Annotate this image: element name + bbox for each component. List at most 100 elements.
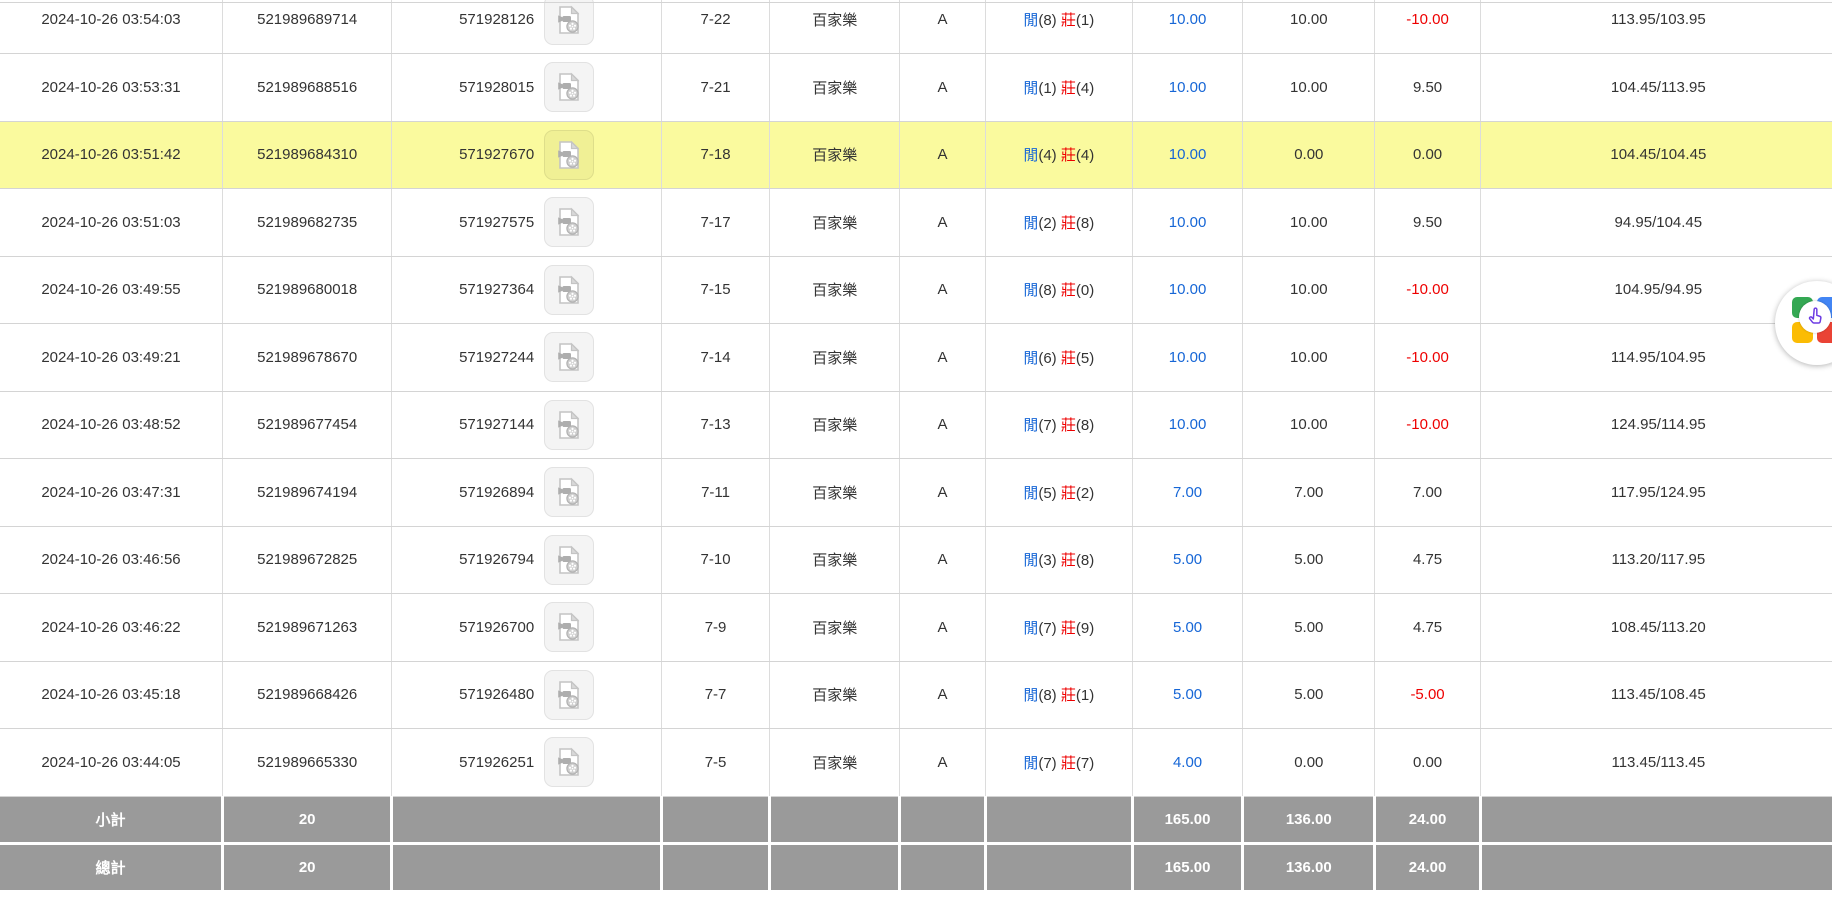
video-replay-icon xyxy=(553,476,585,508)
bet-amount-link[interactable]: 10.00 xyxy=(1169,349,1207,366)
video-replay-button[interactable] xyxy=(544,130,594,180)
bet-amount-cell: 7.00 xyxy=(1132,459,1242,527)
result-cell: 閒(1) 莊(4) xyxy=(985,54,1132,122)
win-loss-cell: 4.75 xyxy=(1375,594,1480,662)
table-row: 2024-10-26 03:46:56521989672825571926794… xyxy=(0,526,1832,594)
video-replay-button[interactable] xyxy=(544,535,594,585)
player-label: 閒 xyxy=(1023,620,1038,637)
game-id-cell: 571926794 xyxy=(392,526,662,594)
game-name-cell: 百家樂 xyxy=(770,729,900,797)
bet-amount-link[interactable]: 4.00 xyxy=(1173,754,1202,771)
summary-count-cell: 20 xyxy=(222,796,391,843)
player-score: (7) xyxy=(1038,620,1056,637)
time-cell: 2024-10-26 03:51:03 xyxy=(0,189,222,257)
video-replay-button[interactable] xyxy=(544,737,594,787)
bet-amount-link[interactable]: 10.00 xyxy=(1169,11,1207,28)
summary-winloss-cell: 24.00 xyxy=(1375,843,1480,890)
summary-valid-cell: 136.00 xyxy=(1243,796,1375,843)
banker-label: 莊 xyxy=(1061,755,1076,772)
table-name-cell: A xyxy=(900,391,985,459)
banker-score: (8) xyxy=(1076,417,1094,434)
video-replay-button[interactable] xyxy=(544,602,594,652)
video-replay-icon xyxy=(553,139,585,171)
round-cell: 7-9 xyxy=(661,594,769,662)
summary-empty-cell xyxy=(392,843,662,890)
video-replay-button[interactable] xyxy=(544,467,594,517)
game-name-cell: 百家樂 xyxy=(770,189,900,257)
table-name-cell: A xyxy=(900,121,985,189)
game-id-cell: 571926251 xyxy=(392,729,662,797)
video-replay-button[interactable] xyxy=(544,0,594,45)
valid-amount-cell: 5.00 xyxy=(1243,594,1375,662)
bet-history-screen: 2024-10-26 03:54:03521989689714571928126… xyxy=(0,0,1832,902)
video-replay-button[interactable] xyxy=(544,670,594,720)
player-label: 閒 xyxy=(1023,282,1038,299)
video-replay-icon xyxy=(553,206,585,238)
banker-score: (4) xyxy=(1076,147,1094,164)
time-cell: 2024-10-26 03:51:42 xyxy=(0,121,222,189)
bet-amount-link[interactable]: 10.00 xyxy=(1169,79,1207,96)
round-cell: 7-7 xyxy=(661,661,769,729)
banker-score: (9) xyxy=(1076,620,1094,637)
bet-amount-link[interactable]: 5.00 xyxy=(1173,686,1202,703)
video-replay-icon xyxy=(553,341,585,373)
game-name-cell: 百家樂 xyxy=(770,661,900,729)
bet-amount-cell: 5.00 xyxy=(1132,661,1242,729)
player-score: (6) xyxy=(1038,350,1056,367)
banker-score: (7) xyxy=(1076,755,1094,772)
game-id-cell: 571928015 xyxy=(392,54,662,122)
time-cell: 2024-10-26 03:44:05 xyxy=(0,729,222,797)
bet-id-cell: 521989677454 xyxy=(222,391,391,459)
video-replay-button[interactable] xyxy=(544,332,594,382)
game-id-cell: 571926480 xyxy=(392,661,662,729)
player-score: (8) xyxy=(1038,282,1056,299)
result-cell: 閒(6) 莊(5) xyxy=(985,324,1132,392)
player-label: 閒 xyxy=(1023,755,1038,772)
video-replay-button[interactable] xyxy=(544,197,594,247)
player-score: (1) xyxy=(1038,80,1056,97)
bet-amount-link[interactable]: 10.00 xyxy=(1169,281,1207,298)
player-score: (2) xyxy=(1038,215,1056,232)
win-loss-cell: -10.00 xyxy=(1375,324,1480,392)
bet-amount-cell: 4.00 xyxy=(1132,729,1242,797)
player-score: (8) xyxy=(1038,687,1056,704)
game-name-cell: 百家樂 xyxy=(770,54,900,122)
video-replay-icon xyxy=(553,71,585,103)
round-cell: 7-21 xyxy=(661,54,769,122)
valid-amount-cell: 10.00 xyxy=(1243,0,1375,54)
summary-bet-cell: 165.00 xyxy=(1132,843,1242,890)
table-name-cell: A xyxy=(900,324,985,392)
player-label: 閒 xyxy=(1023,417,1038,434)
game-id: 571927244 xyxy=(459,349,534,366)
player-label: 閒 xyxy=(1023,215,1038,232)
video-replay-button[interactable] xyxy=(544,400,594,450)
video-replay-button[interactable] xyxy=(544,265,594,315)
balance-cell: 108.45/113.20 xyxy=(1480,594,1832,662)
time-cell: 2024-10-26 03:46:22 xyxy=(0,594,222,662)
game-id: 571926700 xyxy=(459,619,534,636)
summary-empty-cell xyxy=(1480,843,1832,890)
round-cell: 7-5 xyxy=(661,729,769,797)
previous-row-border xyxy=(0,2,1832,3)
table-row: 2024-10-26 03:44:05521989665330571926251… xyxy=(0,729,1832,797)
bet-amount-cell: 10.00 xyxy=(1132,324,1242,392)
bet-amount-link[interactable]: 7.00 xyxy=(1173,484,1202,501)
result-cell: 閒(3) 莊(8) xyxy=(985,526,1132,594)
banker-label: 莊 xyxy=(1061,282,1076,299)
bet-amount-link[interactable]: 5.00 xyxy=(1173,619,1202,636)
round-cell: 7-13 xyxy=(661,391,769,459)
bet-amount-link[interactable]: 5.00 xyxy=(1173,551,1202,568)
game-name-cell: 百家樂 xyxy=(770,256,900,324)
video-replay-button[interactable] xyxy=(544,62,594,112)
win-loss-cell: 9.50 xyxy=(1375,54,1480,122)
banker-label: 莊 xyxy=(1061,215,1076,232)
win-loss-cell: -10.00 xyxy=(1375,391,1480,459)
bet-amount-link[interactable]: 10.00 xyxy=(1169,416,1207,433)
bet-amount-link[interactable]: 10.00 xyxy=(1169,214,1207,231)
game-id: 571927575 xyxy=(459,214,534,231)
summary-empty-cell xyxy=(770,843,900,890)
table-row: 2024-10-26 03:46:22521989671263571926700… xyxy=(0,594,1832,662)
win-loss-cell: 7.00 xyxy=(1375,459,1480,527)
bet-amount-link[interactable]: 10.00 xyxy=(1169,146,1207,163)
table-row: 2024-10-26 03:47:31521989674194571926894… xyxy=(0,459,1832,527)
